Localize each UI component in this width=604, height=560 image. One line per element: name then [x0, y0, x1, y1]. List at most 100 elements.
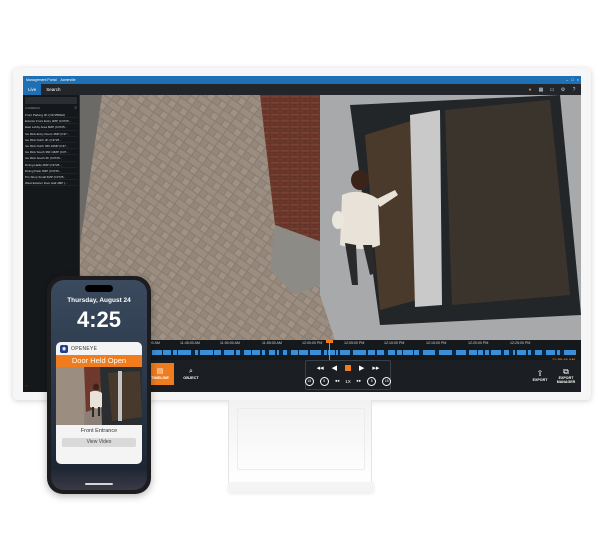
timeline-tick: 12:05:00 PM: [344, 341, 365, 345]
minimize-icon[interactable]: –: [566, 76, 568, 84]
camera-search-input[interactable]: [25, 97, 77, 104]
frame-forward-icon[interactable]: ▸▸: [372, 364, 379, 372]
phone: Thursday, August 24 4:25 ◉ OPENEYE Door …: [47, 276, 151, 494]
help-icon[interactable]: ?: [571, 87, 577, 93]
speed-row: 15 5 ◂◂ 1X ▸▸ 5 15: [298, 375, 398, 387]
monitor-base: [228, 482, 374, 492]
stand-slot: [237, 408, 365, 470]
recording-segment: [456, 350, 466, 355]
export-button[interactable]: ⇪ EXPORT: [528, 363, 552, 387]
alert-notification[interactable]: ◉ OPENEYE Door Held Open Front Entrance …: [56, 342, 142, 464]
play-icon[interactable]: ▶: [359, 364, 364, 372]
recording-segment: [340, 350, 350, 355]
recording-segment: [491, 350, 501, 355]
object-button[interactable]: ⌕ OBJECT: [178, 363, 204, 385]
recording-segment: [283, 350, 287, 355]
stop-icon[interactable]: [345, 365, 351, 371]
tab-live[interactable]: Live: [23, 84, 42, 95]
view-video-button[interactable]: View Video: [62, 438, 136, 447]
recording-segment: [269, 350, 275, 355]
window-controls: – □ ×: [566, 76, 579, 84]
home-indicator[interactable]: [85, 483, 113, 485]
recording-segment: [535, 350, 542, 355]
title-bar: Management Portal Acmeville – □ ×: [23, 76, 581, 84]
openeye-logo-icon: ◉: [60, 344, 68, 353]
timeline-tick: 11:45:00 AM: [180, 341, 200, 345]
export-manager-button[interactable]: ⧉ EXPORT MANAGER: [554, 363, 578, 387]
recording-segment: [397, 350, 402, 355]
export-manager-label: EXPORT MANAGER: [556, 375, 576, 384]
recording-segment: [557, 350, 560, 355]
speed-label: 1X: [345, 378, 351, 384]
notification-brand: OPENEYE: [71, 345, 98, 352]
recording-segment: [214, 350, 221, 355]
recording-segment: [485, 350, 489, 355]
playhead[interactable]: [329, 340, 330, 360]
tab-search[interactable]: Search: [41, 84, 65, 95]
recording-segment: [163, 350, 171, 355]
gear-icon[interactable]: ⚙: [560, 87, 566, 93]
object-search-icon: ⌕: [189, 368, 193, 375]
camera-list: Front Parking 4K (C3725DE2) Exterior Fro…: [23, 111, 79, 187]
recording-segment: [469, 350, 477, 355]
monitor-stand: [228, 400, 372, 482]
skip-forward-15-icon[interactable]: 15: [382, 376, 392, 386]
recording-segment: [517, 350, 526, 355]
camera-item[interactable]: West Exterior Door Hall 4MP (...: [25, 180, 77, 187]
app-title: Management Portal: [26, 78, 57, 82]
recording-segment: [252, 350, 260, 355]
thumbnail-image: [56, 367, 142, 425]
wifi-icon: ◠: [25, 384, 28, 388]
timeline-tick: 11:55:00 AM: [262, 341, 282, 345]
list-options-icon[interactable]: ☰: [74, 106, 77, 110]
timeline[interactable]: 11:35:00 AM 11:40:00 AM 11:45:00 AM 11:5…: [80, 340, 581, 362]
recording-segment: [439, 350, 452, 355]
monitor-icon[interactable]: ▭: [549, 87, 555, 93]
recording-segment: [528, 350, 531, 355]
recording-segment: [368, 350, 375, 355]
play-reverse-icon[interactable]: ◀: [332, 364, 337, 372]
timeline-tick: 12:25:00 PM: [510, 341, 531, 345]
camera-view-image: [80, 95, 581, 340]
lock-wallpaper-bottom: [51, 466, 147, 490]
camera-icon[interactable]: ●: [527, 87, 533, 93]
transport-row: ◂◂ ◀ ▶ ▸▸: [298, 362, 398, 374]
recording-segment: [310, 350, 321, 355]
close-icon[interactable]: ×: [577, 76, 579, 84]
recording-segment: [299, 350, 308, 355]
recording-segment: [173, 350, 177, 355]
recording-segment: [262, 350, 265, 355]
skip-back-15-icon[interactable]: 15: [304, 376, 314, 386]
faster-icon[interactable]: ▸▸: [357, 378, 362, 384]
layout-icon[interactable]: ▦: [538, 87, 544, 93]
recording-track[interactable]: [84, 350, 576, 355]
alert-thumbnail[interactable]: [56, 367, 142, 425]
recording-segment: [504, 350, 509, 355]
skip-forward-5-icon[interactable]: 5: [367, 376, 377, 386]
lock-date: Thursday, August 24: [67, 297, 131, 304]
recording-segment: [224, 350, 234, 355]
timeline-tick: 12:15:00 PM: [426, 341, 447, 345]
maximize-icon[interactable]: □: [571, 76, 573, 84]
recording-segment: [178, 350, 191, 355]
object-button-label: OBJECT: [183, 376, 199, 380]
recording-segment: [336, 350, 338, 355]
skip-back-5-icon[interactable]: 5: [319, 376, 329, 386]
toolbar: ● ▦ ▭ ⚙ ?: [527, 84, 577, 95]
video-feed[interactable]: [80, 95, 581, 340]
recording-segment: [152, 350, 162, 355]
export-button-label: EXPORT: [532, 377, 548, 382]
recording-segment: [423, 350, 435, 355]
slower-icon[interactable]: ◂◂: [335, 378, 340, 384]
recording-segment: [324, 350, 327, 355]
export-icon: ⇪: [536, 368, 544, 378]
account-name: Acmeville: [60, 78, 76, 82]
recording-segment: [236, 350, 240, 355]
lock-time: 4:25: [76, 307, 122, 332]
frame-back-icon[interactable]: ◂◂: [317, 364, 324, 372]
phone-notch: [85, 285, 113, 292]
timeline-tick: 12:00:00 PM: [302, 341, 323, 345]
recording-segment: [513, 350, 515, 355]
recording-segment: [546, 350, 555, 355]
notification-header: ◉ OPENEYE: [56, 342, 142, 355]
